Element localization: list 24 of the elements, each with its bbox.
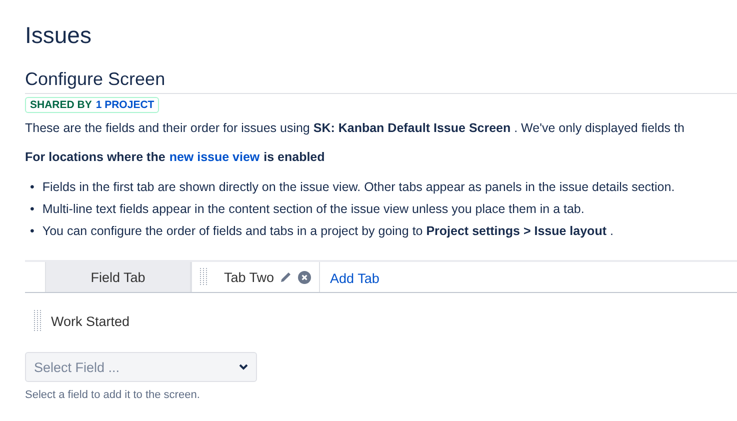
add-tab-link[interactable]: Add Tab	[320, 262, 390, 292]
bullet-marker: •	[30, 201, 34, 218]
issue-view-link[interactable]: new issue view	[169, 150, 260, 164]
bullet-text: Fields in the first tab are shown directly on the issue view. Other tabs appear as panels in the issue details section.	[42, 179, 675, 196]
field-name: Work Started	[51, 314, 130, 328]
notice-text: For locations where the	[25, 150, 166, 164]
badge-label: SHARED BY	[30, 99, 92, 111]
tab-label: Tab Two	[224, 270, 274, 284]
screen-tab[interactable]: Tab Two	[191, 262, 320, 292]
chevron-down-icon	[239, 364, 248, 370]
projects-link[interactable]: 1 PROJECT	[96, 99, 154, 111]
page-title: Issues	[25, 22, 92, 49]
bullet-text: Multi-line text fields appear in the content section of the issue view unless you place them in a tab.	[42, 201, 584, 218]
help-text: Select a field to add it to the screen.	[25, 389, 201, 401]
bullet-marker: •	[30, 179, 34, 196]
section-title: Configure Screen	[25, 69, 737, 94]
close-icon[interactable]	[298, 270, 312, 284]
pencil-icon[interactable]	[280, 271, 292, 283]
bullet-text: You can configure the order of fields and tabs in a project by going to Project settings > Issue layout .	[42, 223, 614, 240]
screen-tab[interactable]: Field Tab	[45, 262, 191, 292]
notice-text: is enabled	[264, 150, 325, 164]
tab-label: Field Tab	[90, 270, 146, 284]
description-text: These are the fields and their order for issues using SK: Kanban Default Issue Screen . We've only displayed fields th	[25, 121, 686, 135]
bullet-marker: •	[30, 223, 34, 240]
